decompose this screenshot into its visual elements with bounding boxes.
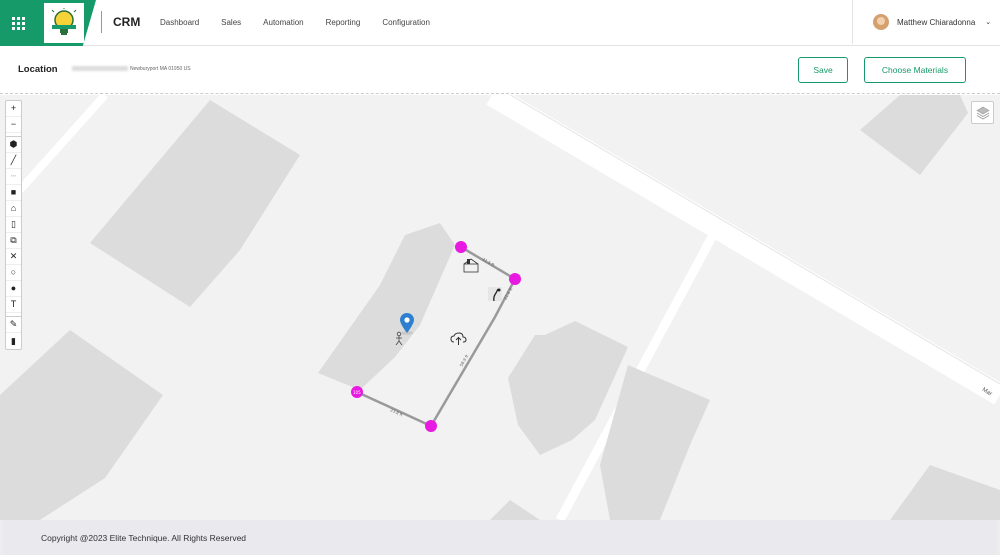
3d-box-icon[interactable]: ⬢ bbox=[6, 137, 21, 153]
chimney-icon bbox=[463, 258, 479, 273]
app-launcher-button[interactable] bbox=[0, 0, 36, 46]
text-tool-icon[interactable]: T bbox=[6, 297, 21, 313]
nav-automation[interactable]: Automation bbox=[263, 18, 303, 27]
layers-icon bbox=[975, 106, 990, 119]
circle-filled-icon[interactable]: ● bbox=[6, 281, 21, 297]
circle-outline-icon[interactable]: ○ bbox=[6, 265, 21, 281]
choose-materials-button[interactable]: Choose Materials bbox=[864, 57, 966, 83]
avatar bbox=[873, 14, 889, 30]
location-bar: Location Newburyport MA 01950 US Save Ch… bbox=[0, 46, 1000, 94]
zoom-out-button[interactable]: − bbox=[6, 117, 21, 133]
grid-icon bbox=[11, 16, 25, 30]
layers-button[interactable] bbox=[971, 101, 994, 124]
draw-toolbar: + − ⬢ ╱ ┄ ■ ⌂ ▯ ⧉ ✕ ○ ● T ✎ ▮ bbox=[5, 100, 22, 350]
user-menu[interactable]: Matthew Chiaradonna ⌄ bbox=[852, 0, 1000, 44]
redacted-street bbox=[72, 66, 128, 72]
edit-icon[interactable]: ✎ bbox=[6, 317, 21, 333]
building bbox=[860, 95, 968, 175]
save-button[interactable]: Save bbox=[798, 57, 848, 83]
copy-shape-icon[interactable]: ⧉ bbox=[6, 233, 21, 249]
nav-configuration[interactable]: Configuration bbox=[382, 18, 430, 27]
lightbulb-logo-icon bbox=[51, 8, 77, 35]
polygon-vertex-handle bbox=[455, 241, 467, 253]
app-title[interactable]: CRM bbox=[113, 15, 140, 29]
edge-length-label: 23.8 ft bbox=[390, 407, 404, 417]
main-nav: Dashboard Sales Automation Reporting Con… bbox=[160, 0, 452, 44]
polygon-vertex-handle bbox=[425, 420, 437, 432]
building bbox=[600, 365, 710, 520]
building bbox=[318, 223, 455, 390]
footer-bar: Copyright @2023 Elite Technique. All Rig… bbox=[3, 520, 997, 555]
top-navbar: CRM Dashboard Sales Automation Reporting… bbox=[0, 0, 1000, 46]
location-address-text: Newburyport MA 01950 US bbox=[130, 66, 191, 72]
brand-divider bbox=[101, 11, 102, 33]
edge-length-label: 21.6 ft bbox=[503, 286, 514, 300]
vertex-tag: 105 bbox=[353, 390, 361, 395]
nav-dashboard[interactable]: Dashboard bbox=[160, 18, 199, 27]
location-address: Newburyport MA 01950 US bbox=[72, 66, 191, 72]
brand-logo-frame bbox=[36, 0, 96, 46]
map-canvas[interactable]: 21.5 ft 21.6 ft 58.9 ft 23.8 ft 105 + − … bbox=[0, 95, 1000, 520]
nav-reporting[interactable]: Reporting bbox=[326, 18, 361, 27]
company-logo[interactable] bbox=[44, 3, 84, 43]
user-name: Matthew Chiaradonna bbox=[897, 17, 976, 27]
copyright-text: Copyright @2023 Elite Technique. All Rig… bbox=[41, 533, 247, 543]
nav-sales[interactable]: Sales bbox=[221, 18, 241, 27]
edge-length-label: 21.5 ft bbox=[482, 257, 496, 268]
polygon-vertex-handle bbox=[509, 273, 521, 285]
building bbox=[90, 100, 300, 307]
map-basemap: 21.5 ft 21.6 ft 58.9 ft 23.8 ft 105 bbox=[0, 95, 1000, 520]
building bbox=[0, 330, 163, 520]
zoom-in-button[interactable]: + bbox=[6, 101, 21, 117]
square-icon[interactable]: ■ bbox=[6, 185, 21, 201]
vent-pipe-icon bbox=[488, 287, 502, 302]
dashed-line-icon[interactable]: ┄ bbox=[6, 169, 21, 185]
trash-icon[interactable]: ▮ bbox=[6, 333, 21, 349]
location-label: Location bbox=[18, 64, 58, 75]
cloud-upload-icon bbox=[450, 332, 467, 345]
building bbox=[490, 500, 540, 520]
footer: Copyright @2023 Elite Technique. All Rig… bbox=[0, 520, 1000, 555]
cross-arrows-icon[interactable]: ✕ bbox=[6, 249, 21, 265]
road-left bbox=[17, 95, 108, 193]
line-draw-icon[interactable]: ╱ bbox=[6, 153, 21, 169]
door-icon[interactable]: ▯ bbox=[6, 217, 21, 233]
building bbox=[890, 465, 1000, 520]
chevron-down-icon: ⌄ bbox=[985, 19, 992, 26]
house-icon[interactable]: ⌂ bbox=[6, 201, 21, 217]
